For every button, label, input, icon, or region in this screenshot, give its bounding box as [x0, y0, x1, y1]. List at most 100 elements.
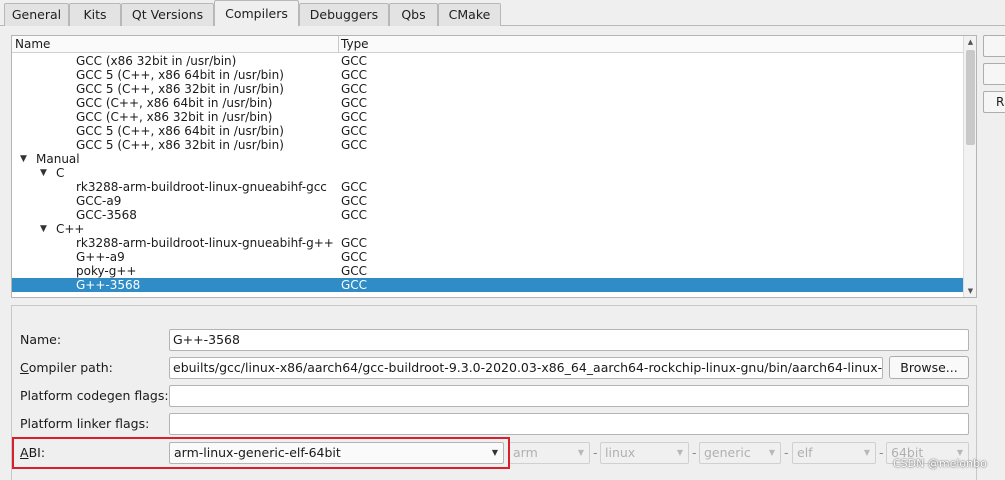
tab-qt-versions[interactable]: Qt Versions — [121, 3, 214, 26]
row-name: GCC (C++, x86 32bit in /usr/bin) — [76, 110, 273, 124]
row-name: poky-g++ — [76, 264, 137, 278]
row-name: GCC 5 (C++, x86 64bit in /usr/bin) — [76, 124, 284, 138]
platform-codegen-flags-label: Platform codegen flags: — [20, 388, 169, 403]
row-type: GCC — [341, 278, 368, 292]
row-type: GCC — [341, 180, 368, 194]
tab-compilers[interactable]: Compilers — [214, 0, 299, 26]
compiler-row[interactable]: G++-a9 GCC — [12, 250, 964, 264]
row-name: rk3288-arm-buildroot-linux-gnueabihf-g++ — [76, 236, 334, 250]
row-type: GCC — [341, 82, 368, 96]
tab-general[interactable]: General — [4, 3, 69, 26]
compiler-row[interactable]: rk3288-arm-buildroot-linux-gnueabihf-gcc… — [12, 180, 964, 194]
compiler-row[interactable]: GCC-3568 GCC — [12, 208, 964, 222]
compiler-row[interactable]: GCC 5 (C++, x86 32bit in /usr/bin) GCC — [12, 82, 964, 96]
platform-codegen-flags-field[interactable] — [169, 385, 969, 407]
row-name: C++ — [56, 222, 85, 236]
row-name: G++-a9 — [76, 250, 125, 264]
column-header-name[interactable]: Name — [15, 36, 337, 53]
compiler-row[interactable]: poky-g++ GCC — [12, 264, 964, 278]
tree-rows: GCC (x86 32bit in /usr/bin) GCC GCC 5 (C++… — [12, 54, 964, 292]
tree-scrollbar[interactable]: ▲ ▼ — [963, 36, 976, 297]
name-field[interactable]: G++-3568 — [169, 329, 969, 351]
clone-button[interactable] — [983, 63, 1005, 85]
tree-group-row[interactable]: ▼ Manual — [12, 152, 964, 166]
add-button[interactable] — [983, 35, 1005, 57]
row-name: G++-3568 — [76, 278, 141, 292]
compiler-path-mnemonic: C — [20, 360, 29, 375]
chevron-down-icon: ▼ — [768, 448, 775, 457]
row-type: GCC — [341, 236, 368, 250]
row-type: GCC — [341, 68, 368, 82]
compiler-row[interactable]: GCC 5 (C++, x86 64bit in /usr/bin) GCC — [12, 124, 964, 138]
tab-debuggers[interactable]: Debuggers — [299, 3, 389, 26]
row-name: GCC 5 (C++, x86 32bit in /usr/bin) — [76, 82, 284, 96]
row-type: GCC — [341, 264, 368, 278]
scroll-down-icon[interactable]: ▼ — [965, 285, 976, 297]
row-name: GCC (C++, x86 64bit in /usr/bin) — [76, 96, 273, 110]
compiler-row[interactable]: GCC (C++, x86 32bit in /usr/bin) GCC — [12, 110, 964, 124]
browse-button[interactable]: Browse... — [889, 356, 969, 379]
tree-header: Name Type — [12, 36, 964, 53]
column-separator[interactable] — [338, 36, 339, 53]
tree-group-row[interactable]: ▼ C++ — [12, 222, 964, 236]
abi-os-select[interactable]: linux ▼ — [600, 442, 689, 464]
row-name: GCC-a9 — [76, 194, 122, 208]
row-name: Manual — [36, 152, 80, 166]
compiler-path-label-text: ompiler path: — [28, 360, 113, 375]
row-type: GCC — [341, 110, 368, 124]
platform-linker-flags-field[interactable] — [169, 413, 969, 435]
name-label: Name: — [20, 332, 62, 347]
row-type: GCC — [341, 138, 368, 152]
row-type: GCC — [341, 250, 368, 264]
row-type: GCC — [341, 208, 368, 222]
compiler-row[interactable]: GCC (C++, x86 64bit in /usr/bin) GCC — [12, 96, 964, 110]
tab-kits[interactable]: Kits — [69, 3, 121, 26]
scrollbar-thumb[interactable] — [966, 50, 975, 145]
chevron-down-icon: ▼ — [863, 448, 870, 457]
abi-separator: - — [593, 445, 598, 460]
tab-qbs[interactable]: Qbs — [389, 3, 438, 26]
row-name: rk3288-arm-buildroot-linux-gnueabihf-gcc — [76, 180, 327, 194]
abi-architecture-select[interactable]: arm ▼ — [508, 442, 590, 464]
row-name: C — [56, 166, 65, 180]
expand-arrow-icon[interactable]: ▼ — [40, 166, 47, 180]
compiler-row[interactable]: rk3288-arm-buildroot-linux-gnueabihf-g++… — [12, 236, 964, 250]
row-type: GCC — [341, 54, 368, 68]
compiler-row[interactable]: GCC 5 (C++, x86 64bit in /usr/bin) GCC — [12, 68, 964, 82]
abi-separator: - — [784, 445, 789, 460]
compiler-row[interactable]: G++-3568 GCC — [12, 278, 964, 292]
remove-button[interactable]: R — [983, 91, 1005, 113]
scroll-up-icon[interactable]: ▲ — [965, 36, 976, 48]
abi-architecture-value: arm — [513, 445, 538, 460]
tab-bar: General Kits Qt Versions Compilers Debug… — [0, 0, 1005, 26]
compiler-row[interactable]: GCC-a9 GCC — [12, 194, 964, 208]
chevron-down-icon: ▼ — [577, 448, 584, 457]
tree-group-row[interactable]: ▼ C — [12, 166, 964, 180]
compiler-tree[interactable]: Name Type GCC (x86 32bit in /usr/bin) GCC… — [11, 35, 977, 298]
abi-os-flavor-value: generic — [704, 445, 751, 460]
compiler-path-field[interactable]: ebuilts/gcc/linux-x86/aarch64/gcc-buildr… — [169, 357, 883, 379]
compiler-row[interactable]: GCC (x86 32bit in /usr/bin) GCC — [12, 54, 964, 68]
abi-os-flavor-select[interactable]: generic ▼ — [699, 442, 781, 464]
expand-arrow-icon[interactable]: ▼ — [40, 222, 47, 236]
row-name: GCC (x86 32bit in /usr/bin) — [76, 54, 237, 68]
tab-cmake[interactable]: CMake — [438, 3, 501, 26]
abi-highlight-box — [12, 437, 510, 469]
abi-binary-format-value: elf — [797, 445, 813, 460]
row-type: GCC — [341, 96, 368, 110]
compiler-row[interactable]: GCC 5 (C++, x86 32bit in /usr/bin) GCC — [12, 138, 964, 152]
row-type: GCC — [341, 194, 368, 208]
abi-os-value: linux — [605, 445, 636, 460]
row-name: GCC 5 (C++, x86 32bit in /usr/bin) — [76, 138, 284, 152]
watermark: CSDN @melonbo — [893, 457, 987, 470]
row-type: GCC — [341, 124, 368, 138]
abi-separator: - — [879, 445, 884, 460]
expand-arrow-icon[interactable]: ▼ — [20, 152, 27, 166]
chevron-down-icon: ▼ — [676, 448, 683, 457]
row-name: GCC 5 (C++, x86 64bit in /usr/bin) — [76, 68, 284, 82]
row-name: GCC-3568 — [76, 208, 137, 222]
column-header-type[interactable]: Type — [341, 36, 369, 53]
abi-separator: - — [692, 445, 697, 460]
abi-binary-format-select[interactable]: elf ▼ — [792, 442, 876, 464]
platform-linker-flags-label: Platform linker flags: — [20, 416, 150, 431]
